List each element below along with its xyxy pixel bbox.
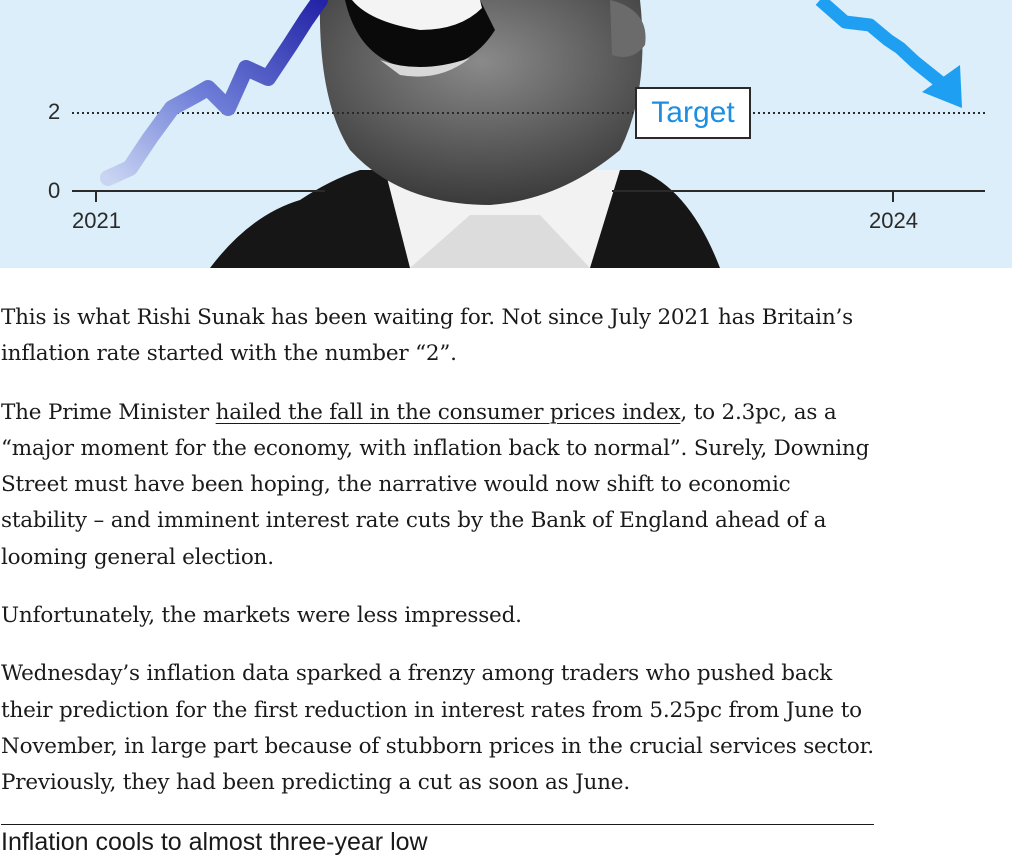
paragraph: Unfortunately, the markets were less imp… bbox=[1, 603, 522, 629]
rising-inflation-line bbox=[100, 0, 328, 186]
y-tick-label: 0 bbox=[48, 178, 61, 203]
hero-illustration bbox=[72, 0, 985, 268]
y-tick-label: 2 bbox=[48, 99, 61, 124]
chart-heading: Inflation cools to almost three-year low bbox=[1, 828, 428, 856]
falling-inflation-line bbox=[815, 0, 945, 88]
x-tick-label: 2024 bbox=[869, 208, 918, 233]
section-divider bbox=[1, 824, 874, 825]
paragraph-text: , to 2.3pc, as a “major moment for the e… bbox=[1, 399, 870, 570]
paragraph: Wednesday’s inflation data sparked a fre… bbox=[1, 661, 874, 796]
hero-image: 2 0 2021 2024 Target bbox=[0, 0, 1012, 268]
paragraph-text: The Prime Minister bbox=[1, 399, 216, 425]
x-tick-label: 2021 bbox=[72, 208, 121, 233]
paragraph: The Prime Minister hailed the fall in th… bbox=[1, 395, 875, 576]
target-label: Target bbox=[635, 87, 751, 139]
article-body: This is what Rishi Sunak has been waitin… bbox=[1, 300, 875, 824]
cpi-article-link[interactable]: hailed the fall in the consumer prices i… bbox=[216, 400, 681, 425]
paragraph: This is what Rishi Sunak has been waitin… bbox=[1, 305, 853, 367]
target-label-text: Target bbox=[651, 96, 735, 129]
